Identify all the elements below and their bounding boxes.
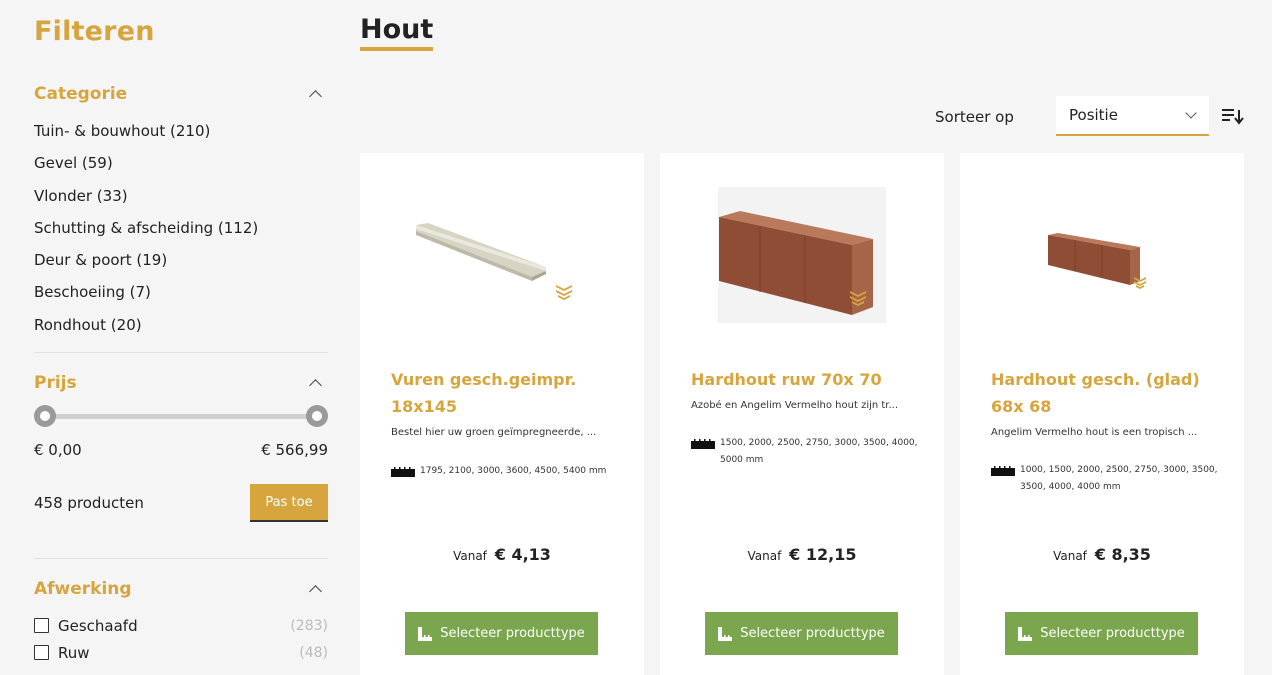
chevron-up-icon[interactable] — [309, 89, 322, 103]
product-type-icon — [418, 626, 433, 641]
price-prefix: Vanaf — [1053, 549, 1087, 563]
afwerking-option[interactable]: Ruw (48) — [34, 639, 328, 666]
divider — [34, 352, 328, 353]
sort-direction-icon[interactable] — [1222, 106, 1244, 126]
product-description: Bestel hier uw groen geïmpregneerde, ... — [391, 427, 597, 438]
select-producttype-label: Selecteer producttype — [740, 626, 885, 641]
price-min-label: € 0,00 — [34, 441, 82, 459]
price-range-labels: € 0,00 € 566,99 — [34, 441, 328, 459]
sort-label: Sorteer op — [935, 108, 1014, 126]
afwerking-option-count: (283) — [290, 617, 328, 634]
product-price: Vanaf € 8,35 — [960, 545, 1244, 564]
product-card[interactable]: Vuren gesch.geimpr. 18x145 Bestel hier u… — [360, 153, 644, 675]
price-amount: € 4,13 — [494, 545, 551, 564]
product-lengths: 1795, 2100, 3000, 3600, 4500, 5400 mm — [391, 463, 621, 480]
product-lengths-text: 1500, 2000, 2500, 2750, 3000, 3500, 4000… — [720, 438, 918, 465]
afwerking-title: Afwerking — [34, 579, 132, 599]
price-prefix: Vanaf — [747, 549, 782, 563]
product-image[interactable] — [360, 153, 644, 353]
result-count-row: 458 producten Pas toe — [34, 484, 328, 522]
prijs-header[interactable]: Prijs — [34, 373, 328, 393]
price-slider[interactable] — [34, 405, 328, 427]
sort-select[interactable]: Positie — [1056, 96, 1209, 136]
afwerking-option-label: Ruw — [58, 643, 90, 662]
product-type-icon — [1018, 626, 1033, 641]
select-producttype-button[interactable]: Selecteer producttype — [1005, 612, 1198, 655]
category-item[interactable]: Rondhout (20) — [34, 309, 258, 341]
product-name[interactable]: Vuren gesch.geimpr. 18x145 — [391, 366, 621, 420]
categorie-title: Categorie — [34, 84, 128, 104]
select-producttype-button[interactable]: Selecteer producttype — [705, 612, 898, 655]
select-producttype-label: Selecteer producttype — [1040, 626, 1185, 641]
price-amount: € 12,15 — [789, 545, 857, 564]
afwerking-list: Geschaafd (283) Ruw (48) — [34, 612, 328, 666]
price-prefix: Vanaf — [453, 549, 487, 563]
filters-title: Filteren — [34, 16, 155, 47]
price-slider-max-handle[interactable] — [306, 405, 328, 427]
product-lengths-text: 1795, 2100, 3000, 3600, 4500, 5400 mm — [420, 466, 607, 476]
product-description: Azobé en Angelim Vermelho hout zijn tr..… — [691, 400, 899, 411]
ruler-icon — [391, 467, 415, 477]
product-count: 458 producten — [34, 494, 144, 512]
product-name[interactable]: Hardhout ruw 70x 70 — [691, 366, 921, 393]
product-name[interactable]: Hardhout gesch. (glad) 68x 68 — [991, 366, 1221, 420]
product-lengths: 1500, 2000, 2500, 2750, 3000, 3500, 4000… — [691, 435, 921, 469]
chevron-down-icon — [1185, 107, 1197, 119]
afwerking-option[interactable]: Geschaafd (283) — [34, 612, 328, 639]
product-image[interactable] — [960, 153, 1244, 353]
afwerking-option-count: (48) — [299, 644, 328, 661]
price-amount: € 8,35 — [1094, 545, 1151, 564]
afwerking-header[interactable]: Afwerking — [34, 579, 328, 599]
category-list: Tuin- & bouwhout (210) Gevel (59) Vlonde… — [34, 115, 258, 341]
price-slider-track — [44, 414, 318, 419]
product-image[interactable] — [660, 153, 944, 353]
categorie-header[interactable]: Categorie — [34, 84, 328, 104]
category-item[interactable]: Vlonder (33) — [34, 180, 258, 212]
category-item[interactable]: Beschoeiing (7) — [34, 276, 258, 308]
divider — [34, 558, 328, 559]
price-max-label: € 566,99 — [261, 441, 328, 459]
page-title: Hout — [360, 14, 434, 51]
select-producttype-label: Selecteer producttype — [440, 626, 585, 641]
product-card[interactable]: Hardhout ruw 70x 70 Azobé en Angelim Ver… — [660, 153, 944, 675]
chevron-up-icon[interactable] — [309, 584, 322, 598]
sort-select-value: Positie — [1069, 106, 1118, 124]
product-card[interactable]: Hardhout gesch. (glad) 68x 68 Angelim Ve… — [960, 153, 1244, 675]
prijs-title: Prijs — [34, 373, 77, 393]
price-slider-min-handle[interactable] — [34, 405, 56, 427]
brand-mark-icon — [556, 285, 572, 300]
category-item[interactable]: Schutting & afscheiding (112) — [34, 212, 258, 244]
ruler-icon — [991, 466, 1015, 476]
product-type-icon — [718, 626, 733, 641]
checkbox[interactable] — [34, 618, 49, 633]
ruler-icon — [691, 439, 715, 449]
category-item[interactable]: Gevel (59) — [34, 147, 258, 179]
afwerking-option-label: Geschaafd — [58, 616, 138, 635]
category-item[interactable]: Deur & poort (19) — [34, 244, 258, 276]
category-item[interactable]: Tuin- & bouwhout (210) — [34, 115, 258, 147]
product-lengths: 1000, 1500, 2000, 2500, 2750, 3000, 3500… — [991, 462, 1221, 496]
product-description: Angelim Vermelho hout is een tropisch ..… — [991, 427, 1198, 438]
product-lengths-text: 1000, 1500, 2000, 2500, 2750, 3000, 3500… — [1020, 465, 1218, 492]
chevron-up-icon[interactable] — [309, 378, 322, 392]
product-price: Vanaf € 4,13 — [360, 545, 644, 564]
checkbox[interactable] — [34, 645, 49, 660]
apply-button[interactable]: Pas toe — [250, 484, 328, 522]
product-price: Vanaf € 12,15 — [660, 545, 944, 564]
select-producttype-button[interactable]: Selecteer producttype — [405, 612, 598, 655]
